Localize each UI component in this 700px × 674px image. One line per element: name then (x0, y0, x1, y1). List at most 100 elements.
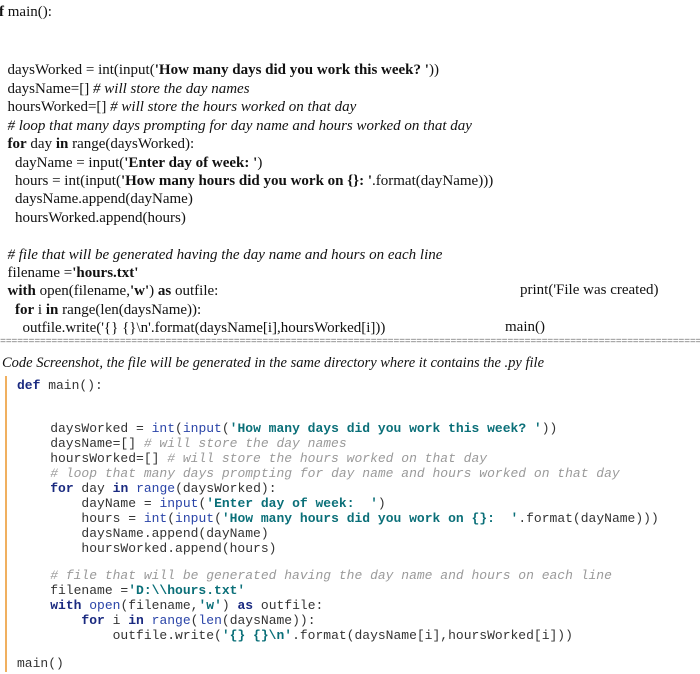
code-token: 'How many hours did you work on {}: ' (221, 511, 519, 526)
code-token: day (73, 481, 113, 496)
code-line: dayName = input('Enter day of week: ') (19, 496, 386, 511)
code-token: hoursWorked.append(hours) (0, 210, 186, 226)
code-token: with (7, 283, 36, 299)
code-token: 'How many hours did you work on {}: ' (120, 173, 372, 189)
code-line: # file that will be generated having the… (0, 246, 443, 264)
code-token: # will store the day names (143, 436, 347, 451)
code-token: with (50, 598, 82, 613)
code-token: ( (167, 511, 176, 526)
code-token: # file that will be generated having the… (7, 247, 443, 263)
code-line: for day in range(daysWorked): (19, 481, 276, 496)
code-token: daysName=[] (0, 81, 94, 97)
code-token: hours = (19, 511, 144, 526)
code-line: for i in range(len(daysName)): (19, 613, 316, 628)
code-token: outfile.write('{} {}\n'.format(daysName[… (0, 320, 386, 336)
code-token: for (7, 136, 27, 152)
code-token: ) (221, 598, 238, 613)
code-token: open(filename, (35, 283, 130, 299)
code-token: .format(dayName))) (372, 173, 494, 189)
code-token: 'w' (129, 283, 150, 299)
code-token: 'Enter day of week: ' (124, 155, 258, 171)
caption: Code Screenshot, the file will be genera… (2, 355, 545, 371)
code-line: def main(): (17, 378, 103, 393)
code-token: in (45, 302, 59, 318)
code-token: 'hours.txt' (72, 265, 139, 281)
code-token: (daysName)): (221, 613, 316, 628)
code-token: input (175, 511, 215, 526)
code-line: # loop that many days prompting for day … (0, 117, 472, 135)
code-token: range(len(daysName)): (58, 302, 202, 318)
code-line: with open(filename,'w') as outfile: (19, 598, 323, 613)
code-line: outfile.write('{} {}\n'.format(daysName[… (19, 628, 573, 643)
code-token: hoursWorked.append(hours) (19, 541, 277, 556)
code-token: open (89, 598, 121, 613)
code-token: i (104, 613, 129, 628)
code-token: )) (541, 421, 558, 436)
code-line: for day in range(daysWorked): (0, 135, 195, 153)
code-token: filename = (19, 583, 129, 598)
code-token: for (81, 613, 105, 628)
code-line: for i in range(len(daysName)): (0, 301, 201, 319)
code-screenshot: def main(): daysWorked = int(input('How … (5, 376, 697, 672)
code-token: daysName.append(dayName) (19, 526, 269, 541)
code-line: daysName=[] # will store the day names (0, 80, 250, 98)
code-line: dayName = input('Enter day of week: ') (0, 154, 262, 172)
code-token: ( (214, 511, 222, 526)
code-token: daysWorked = int(input( (0, 62, 155, 78)
code-token: in (128, 613, 144, 628)
code-token: 'How many days did you work this week? ' (154, 62, 429, 78)
code-token: ( (221, 421, 230, 436)
code-token: # will store the day names (93, 81, 250, 97)
code-token: # will store the hours worked on that da… (167, 451, 488, 466)
code-line: daysWorked = int(input('How many days di… (19, 421, 557, 436)
code-line: hoursWorked=[] # will store the hours wo… (19, 451, 487, 466)
code-token: len (198, 613, 222, 628)
code-token: as (237, 598, 254, 613)
code-token: main(): (40, 378, 103, 393)
code-line: hours = int(input('How many hours did yo… (19, 511, 659, 526)
code-token: daysName=[] (19, 436, 144, 451)
code-token: int (151, 421, 176, 436)
code-line: hours = int(input('How many hours did yo… (0, 172, 493, 190)
code-token: range (136, 481, 176, 496)
code-token: main() (17, 656, 64, 671)
code-token: outfile: (253, 598, 324, 613)
separator-line: ========================================… (0, 337, 700, 348)
code-token: outfile.write( (19, 628, 222, 643)
code-line: hoursWorked.append(hours) (0, 209, 186, 227)
code-token: main(): (4, 4, 52, 20)
code-token: ( (175, 421, 183, 436)
code-token: dayName = (19, 496, 160, 511)
code-line: daysName.append(dayName) (19, 526, 269, 541)
code-token: hoursWorked=[] (0, 99, 111, 115)
code-token: 'Enter day of week: ' (206, 496, 378, 511)
code-line: daysName=[] # will store the day names (19, 436, 347, 451)
code-token: int (143, 511, 168, 526)
code-line: with open(filename,'w') as outfile: (0, 282, 219, 300)
code-token: dayName = input( (0, 155, 125, 171)
code-token: input (159, 496, 199, 511)
code-line: # loop that many days prompting for day … (19, 466, 620, 481)
code-token: # loop that many days prompting for day … (50, 466, 620, 481)
code-line: daysWorked = int(input('How many days di… (0, 61, 439, 79)
code-token: day (26, 136, 56, 152)
print-statement-text: print('File was created) (520, 282, 659, 298)
code-token: 'How many days did you work this week? ' (229, 421, 542, 436)
code-token: .format(dayName))) (518, 511, 659, 526)
code-token: ) (149, 283, 158, 299)
code-token: in (112, 481, 129, 496)
code-token: def (17, 378, 41, 393)
code-token: # file that will be generated having the… (50, 568, 612, 583)
code-token: ) (257, 155, 263, 171)
code-token: 'w' (198, 598, 222, 613)
code-token: ) (377, 496, 386, 511)
code-token: for (15, 302, 35, 318)
